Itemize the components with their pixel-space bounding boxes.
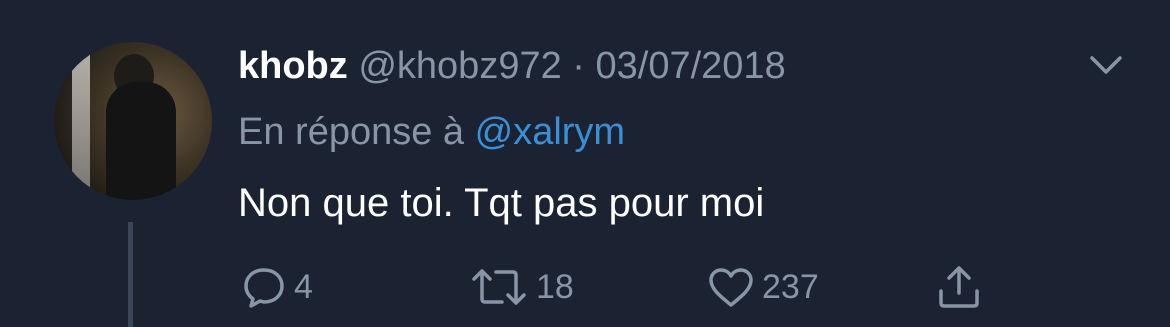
tweet-date[interactable]: 03/07/2018	[596, 45, 786, 87]
reply-icon	[240, 265, 288, 309]
like-count: 237	[762, 267, 819, 306]
tweet[interactable]: khobz @khobz972 · 03/07/2018 En réponse …	[0, 0, 1170, 327]
share-button[interactable]	[934, 262, 984, 312]
retweet-button[interactable]: 18	[468, 262, 574, 312]
heart-icon	[706, 265, 756, 309]
retweet-count: 18	[536, 267, 574, 306]
share-icon	[934, 263, 984, 311]
author-handle[interactable]: @khobz972	[358, 45, 561, 87]
thread-line	[128, 222, 133, 327]
chevron-down-icon[interactable]	[1086, 50, 1126, 80]
avatar-figure	[106, 82, 176, 200]
retweet-icon	[468, 265, 530, 309]
avatar[interactable]	[54, 42, 212, 200]
reply-context: En réponse à @xalrym	[238, 104, 625, 160]
reply-mention-link[interactable]: @xalrym	[475, 111, 625, 153]
like-button[interactable]: 237	[706, 262, 819, 312]
header-separator: ·	[572, 45, 585, 87]
reply-prefix: En réponse à	[238, 111, 465, 153]
tweet-text: Non que toi. Tqt pas pour moi	[238, 181, 765, 225]
author-name[interactable]: khobz	[238, 45, 348, 87]
tweet-header: khobz @khobz972 · 03/07/2018	[238, 38, 786, 94]
reply-button[interactable]: 4	[240, 262, 313, 312]
avatar-background	[72, 42, 90, 200]
reply-count: 4	[294, 267, 313, 306]
